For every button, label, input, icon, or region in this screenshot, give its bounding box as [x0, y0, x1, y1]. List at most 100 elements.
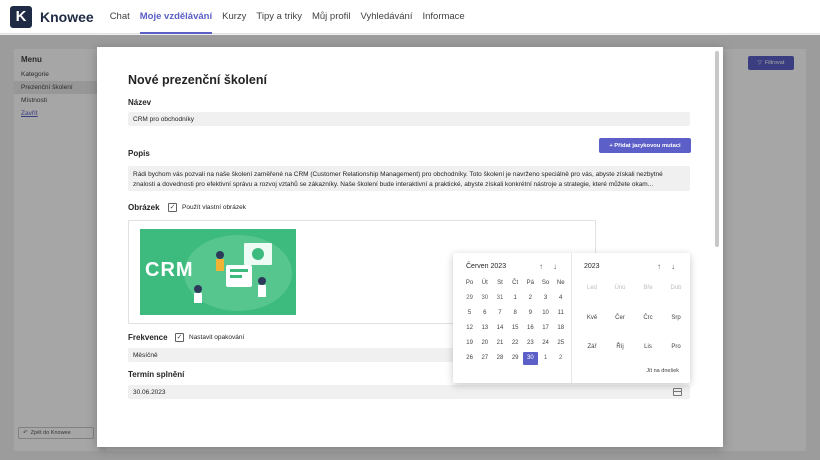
- calendar-icon[interactable]: [673, 388, 682, 396]
- tab-muj-profil[interactable]: Můj profil: [312, 0, 351, 34]
- calendar-day[interactable]: 28: [492, 352, 507, 365]
- deadline-value: 30.06.2023: [133, 389, 166, 396]
- calendar-day[interactable]: 30: [477, 292, 492, 305]
- calendar-day[interactable]: 1: [538, 352, 553, 365]
- calendar-day[interactable]: 22: [508, 337, 523, 350]
- calendar-day[interactable]: 29: [462, 292, 477, 305]
- month-cell[interactable]: Zář: [578, 344, 606, 350]
- crm-image-text: CRM: [145, 259, 194, 281]
- custom-image-checkbox[interactable]: ✓: [168, 203, 177, 212]
- calendar-week-row: 5 6 7 8 9 10 11: [462, 307, 568, 320]
- image-label: Obrázek: [128, 203, 160, 212]
- new-training-dialog: Nové prezenční školení Název CRM pro obc…: [97, 47, 723, 447]
- calendar-day-selected[interactable]: 30: [522, 352, 538, 365]
- dialog-title: Nové prezenční školení: [128, 73, 267, 87]
- calendar-week-row: 26 27 28 29 30 1 2: [462, 352, 568, 365]
- tab-tipy-a-triky[interactable]: Tipy a triky: [256, 0, 302, 34]
- tab-vyhledavani[interactable]: Vyhledávání: [361, 0, 413, 34]
- custom-image-checkbox-row[interactable]: ✓ Použít vlastní obrázek: [168, 203, 246, 212]
- next-month-arrow-icon[interactable]: ↓: [553, 262, 557, 271]
- month-cell[interactable]: Čer: [606, 315, 634, 321]
- calendar-day[interactable]: 16: [523, 322, 538, 335]
- month-header[interactable]: Červen 2023: [466, 263, 506, 270]
- calendar-day[interactable]: 3: [538, 292, 553, 305]
- knowee-logo-icon: K: [10, 5, 32, 28]
- tab-informace[interactable]: Informace: [422, 0, 464, 34]
- deadline-date-input[interactable]: 30.06.2023: [128, 385, 690, 399]
- app-name: Knowee: [40, 8, 94, 25]
- calendar-day[interactable]: 4: [553, 292, 568, 305]
- calendar-day[interactable]: 9: [523, 307, 538, 320]
- top-navigation-bar: K Knowee Chat Moje vzdělávání Kurzy Tipy…: [0, 0, 820, 34]
- date-picker-popup: Červen 2023 ↑ ↓ Po Út St Čt Pá So Ne 29 …: [453, 253, 690, 383]
- calendar-day[interactable]: 24: [538, 337, 553, 350]
- calendar-day[interactable]: 25: [553, 337, 568, 350]
- frequency-select[interactable]: Měsíčně: [128, 348, 468, 362]
- calendar-day[interactable]: 5: [462, 307, 477, 320]
- calendar-day[interactable]: 17: [538, 322, 553, 335]
- frequency-label: Frekvence: [128, 333, 168, 342]
- month-cell[interactable]: Pro: [662, 344, 690, 350]
- month-cell[interactable]: Dub: [662, 285, 690, 291]
- calendar-day[interactable]: 19: [462, 337, 477, 350]
- month-cell[interactable]: Led: [578, 285, 606, 291]
- add-language-button[interactable]: + Přidat jazykovou mutaci: [599, 138, 691, 153]
- weekday-label: Ne: [556, 280, 565, 286]
- weekday-label: So: [541, 280, 550, 286]
- calendar-day[interactable]: 6: [477, 307, 492, 320]
- prev-year-arrow-icon[interactable]: ↑: [657, 262, 661, 271]
- tab-moje-vzdelavani[interactable]: Moje vzdělávání: [139, 0, 213, 34]
- weekday-label: Po: [465, 280, 474, 286]
- deadline-label: Termín splnění: [128, 370, 185, 379]
- name-input[interactable]: CRM pro obchodníky: [128, 112, 690, 126]
- day-calendar: Červen 2023 ↑ ↓ Po Út St Čt Pá So Ne 29 …: [453, 253, 572, 383]
- description-textarea[interactable]: Rádi bychom vás pozvali na naše školení …: [128, 166, 690, 191]
- calendar-day[interactable]: 21: [492, 337, 507, 350]
- app-logo[interactable]: K Knowee: [10, 5, 100, 28]
- calendar-day[interactable]: 29: [508, 352, 523, 365]
- weekday-label: Út: [481, 280, 488, 286]
- calendar-day[interactable]: 1: [508, 292, 523, 305]
- calendar-day[interactable]: 2: [523, 292, 538, 305]
- calendar-day[interactable]: 31: [492, 292, 507, 305]
- tab-kurzy[interactable]: Kurzy: [222, 0, 246, 34]
- calendar-day[interactable]: 26: [462, 352, 477, 365]
- month-cell[interactable]: Říj: [606, 344, 634, 350]
- calendar-day[interactable]: 8: [508, 307, 523, 320]
- month-cell[interactable]: Lis: [634, 344, 662, 350]
- calendar-day[interactable]: 23: [523, 337, 538, 350]
- next-year-arrow-icon[interactable]: ↓: [671, 262, 675, 271]
- dialog-scrollbar[interactable]: [715, 51, 719, 247]
- go-to-today-link[interactable]: Jít na dnešek: [646, 368, 679, 374]
- calendar-day[interactable]: 27: [477, 352, 492, 365]
- calendar-day[interactable]: 10: [538, 307, 553, 320]
- calendar-day[interactable]: 7: [492, 307, 507, 320]
- repeat-checkbox-label: Nastavit opakování: [189, 334, 245, 341]
- prev-month-arrow-icon[interactable]: ↑: [539, 262, 543, 271]
- calendar-day[interactable]: 18: [553, 322, 568, 335]
- calendar-day[interactable]: 2: [553, 352, 568, 365]
- calendar-day[interactable]: 15: [508, 322, 523, 335]
- weekday-label: St: [497, 280, 503, 286]
- calendar-day[interactable]: 12: [462, 322, 477, 335]
- calendar-day[interactable]: 20: [477, 337, 492, 350]
- calendar-week-row: 29 30 31 1 2 3 4: [462, 292, 568, 305]
- repeat-checkbox-row[interactable]: ✓ Nastavit opakování: [175, 333, 244, 342]
- weekday-header: Po Út St Čt Pá So Ne: [462, 280, 568, 286]
- month-cell[interactable]: Bře: [634, 285, 662, 291]
- month-cell[interactable]: Kvě: [578, 315, 606, 321]
- tab-chat[interactable]: Chat: [110, 0, 130, 34]
- calendar-day[interactable]: 11: [553, 307, 568, 320]
- weekday-label: Pá: [526, 280, 535, 286]
- year-header[interactable]: 2023: [584, 263, 600, 270]
- description-label: Popis: [128, 149, 150, 158]
- repeat-checkbox[interactable]: ✓: [175, 333, 184, 342]
- month-cell[interactable]: Srp: [662, 315, 690, 321]
- name-label: Název: [128, 98, 152, 107]
- month-cell[interactable]: Úno: [606, 285, 634, 291]
- custom-image-checkbox-label: Použít vlastní obrázek: [182, 204, 246, 211]
- month-cell[interactable]: Črc: [634, 315, 662, 321]
- calendar-day[interactable]: 13: [477, 322, 492, 335]
- weekday-label: Čt: [512, 280, 519, 286]
- calendar-day[interactable]: 14: [492, 322, 507, 335]
